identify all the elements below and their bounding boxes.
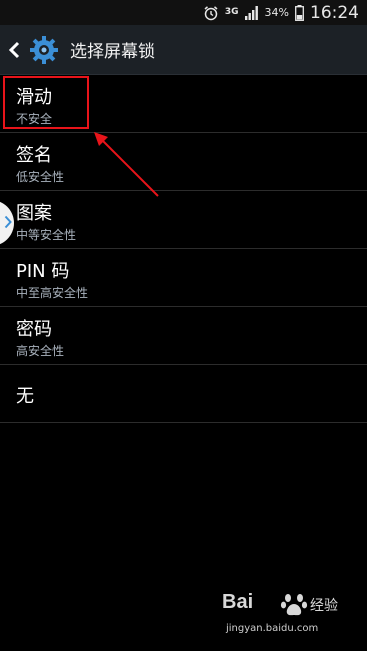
action-bar: 选择屏幕锁 [0,25,367,75]
lock-option-pattern[interactable]: 图案 中等安全性 [0,191,367,249]
annotation-arrow [94,132,159,197]
network-3g-icon: 3G [225,8,239,17]
option-security-level: 高安全性 [16,344,65,358]
lock-option-password[interactable]: 密码 高安全性 [0,307,367,365]
network-type: 3G [224,7,239,17]
paw-icon [280,591,308,623]
option-title: 滑动 [16,87,52,108]
option-title: PIN 码 [16,261,70,282]
chevron-right-icon [4,214,12,233]
option-title: 图案 [16,203,52,224]
battery-percent: 34% [264,6,289,19]
status-bar: 3G 34% 16:24 [0,0,367,25]
watermark-url: jingyan.baidu.com [226,623,319,634]
option-security-level: 中等安全性 [16,228,77,242]
watermark-brand: 经验 [310,598,338,614]
lock-option-swipe[interactable]: 滑动 不安全 [0,75,367,133]
option-security-level: 不安全 [16,112,53,126]
back-icon[interactable] [8,41,24,59]
watermark-logo-text: Bai [222,591,254,613]
signal-icon [244,5,259,20]
settings-gear-icon[interactable] [28,33,62,67]
battery-icon [295,4,304,21]
option-title: 签名 [16,145,52,166]
lock-option-signature[interactable]: 签名 低安全性 [0,133,367,191]
alarm-icon [203,5,219,21]
option-security-level: 低安全性 [16,170,65,184]
option-title: 无 [16,386,34,407]
page-title: 选择屏幕锁 [70,42,155,62]
lock-option-none[interactable]: 无 [0,365,367,423]
option-title: 密码 [16,319,52,340]
lock-option-pin[interactable]: PIN 码 中至高安全性 [0,249,367,307]
lock-options-list: 滑动 不安全 签名 低安全性 图案 中等安全性 PIN 码 中至高安全性 密码 … [0,75,367,423]
clock: 16:24 [310,2,359,23]
baidu-watermark: Bai 经验 jingyan.baidu.com [222,591,362,641]
option-security-level: 中至高安全性 [16,286,89,300]
